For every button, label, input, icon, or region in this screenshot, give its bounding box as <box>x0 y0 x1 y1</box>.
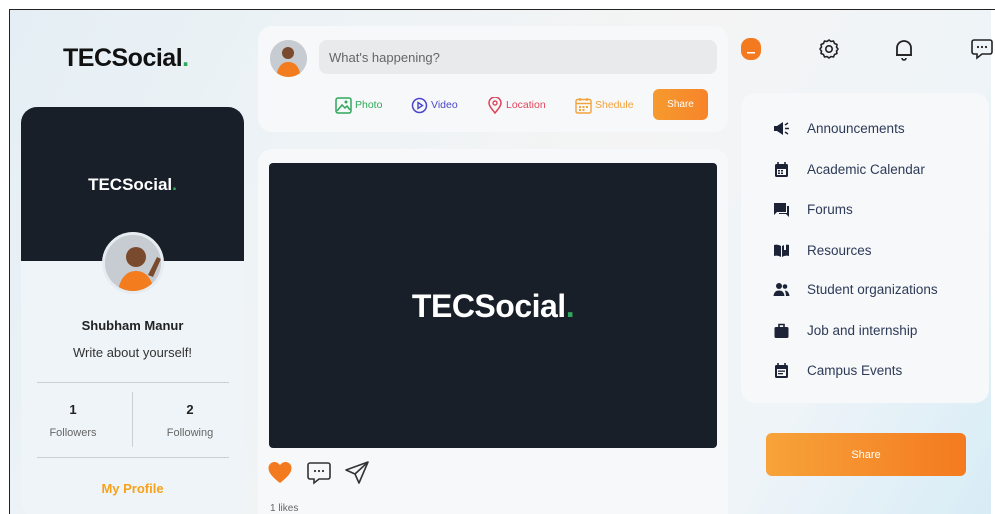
divider <box>37 382 229 383</box>
video-label: Video <box>431 99 458 111</box>
composer-avatar[interactable] <box>270 40 307 77</box>
nav-label: Student organizations <box>807 282 938 297</box>
messages-button[interactable] <box>970 37 994 61</box>
nav-item-academic-calendar[interactable]: Academic Calendar <box>741 156 989 182</box>
share-button[interactable]: Share <box>766 433 966 476</box>
profile-name: Shubham Manur <box>81 318 184 333</box>
stats-divider <box>132 392 133 447</box>
send-icon <box>345 461 369 484</box>
calendar-icon <box>575 97 592 114</box>
location-button[interactable]: Location <box>487 95 546 115</box>
group-icon <box>773 283 790 296</box>
share-post-button[interactable] <box>344 460 370 486</box>
calendar-icon <box>775 162 788 177</box>
settings-icon <box>819 39 839 59</box>
followers-label[interactable]: Followers <box>28 427 118 439</box>
nav-item-resources[interactable]: Resources <box>741 237 989 263</box>
photo-label: Photo <box>355 99 383 111</box>
location-label: Location <box>506 99 546 111</box>
settings-button[interactable] <box>817 37 841 61</box>
divider <box>37 457 229 458</box>
frame-border-left <box>9 9 10 514</box>
frame-border-top <box>10 9 995 10</box>
frame-top <box>0 0 995 9</box>
my-profile-link[interactable]: My Profile <box>21 481 244 496</box>
cover-logo-text: TECSocial <box>88 175 173 194</box>
avatar-person-icon <box>270 40 307 77</box>
nav-label: Job and internship <box>807 323 918 338</box>
post-logo-text: TECSocial <box>411 288 566 324</box>
video-button[interactable]: Video <box>411 95 458 115</box>
event-icon <box>775 363 788 378</box>
forum-icon <box>774 203 789 217</box>
comment-button[interactable] <box>306 460 332 486</box>
photo-button[interactable]: Photo <box>335 95 382 115</box>
image-icon <box>335 96 352 114</box>
post-media-logo: TECSocial. <box>269 288 717 325</box>
briefcase-icon <box>774 323 789 338</box>
messages-icon <box>971 39 993 60</box>
profile-avatar[interactable] <box>102 232 164 294</box>
heart-icon <box>268 462 292 483</box>
nav-label: Campus Events <box>807 363 903 378</box>
cover-logo-dot: . <box>172 175 177 194</box>
notification-bell-icon <box>896 40 912 61</box>
nav-label: Announcements <box>807 121 905 136</box>
book-icon <box>774 244 789 257</box>
post-card: TECSocial. 1 likes <box>258 149 728 514</box>
likes-count[interactable]: 1 likes <box>270 503 298 514</box>
app-logo[interactable]: TECSocial. <box>63 44 189 73</box>
logo-text: TECSocial <box>63 44 183 72</box>
sidebar-nav: Announcements Academic Calendar Forums R… <box>741 93 989 403</box>
user-menu-button[interactable] <box>740 37 764 61</box>
notifications-button[interactable] <box>892 37 916 61</box>
megaphone-icon <box>774 122 789 135</box>
nav-item-campus-events[interactable]: Campus Events <box>741 357 989 383</box>
cover-logo: TECSocial. <box>21 175 244 195</box>
composer-share-button[interactable]: Share <box>653 89 708 120</box>
frame-right <box>991 0 995 514</box>
followers-count[interactable]: 1 <box>28 402 118 417</box>
play-circle-icon <box>411 97 428 113</box>
following-label[interactable]: Following <box>145 427 235 439</box>
post-media[interactable]: TECSocial. <box>269 163 717 448</box>
nav-label: Resources <box>807 243 872 258</box>
nav-item-job-and-internship[interactable]: Job and internship <box>741 317 989 343</box>
post-logo-dot: . <box>565 288 575 324</box>
nav-label: Academic Calendar <box>807 162 925 177</box>
nav-item-forums[interactable]: Forums <box>741 196 989 222</box>
schedule-label: Shedule <box>595 99 634 111</box>
profile-card: TECSocial. Shubham Manur Write about you… <box>21 107 244 514</box>
following-count[interactable]: 2 <box>145 402 235 417</box>
post-composer: Photo Video Location Shedule Share <box>258 26 728 132</box>
like-button[interactable] <box>267 460 293 486</box>
avatar-person-icon <box>105 235 161 291</box>
profile-bio[interactable]: Write about yourself! <box>21 345 244 360</box>
logo-dot: . <box>182 44 189 72</box>
location-pin-icon <box>488 96 502 114</box>
nav-item-announcements[interactable]: Announcements <box>741 115 989 141</box>
schedule-button[interactable]: Shedule <box>575 95 634 115</box>
composer-input[interactable] <box>319 40 717 74</box>
user-avatar-icon <box>741 38 761 60</box>
comment-icon <box>307 462 331 485</box>
nav-label: Forums <box>807 202 853 217</box>
nav-item-student-organizations[interactable]: Student organizations <box>741 276 989 302</box>
